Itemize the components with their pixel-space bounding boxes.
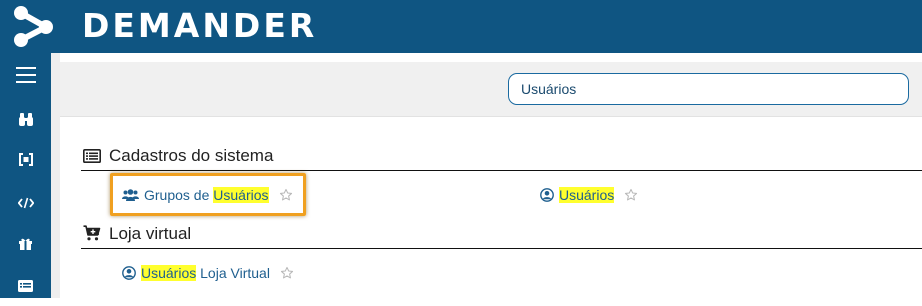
section-title: Cadastros do sistema — [109, 146, 274, 165]
list-alt-icon — [83, 149, 101, 163]
search-match-highlight: Usuários — [213, 187, 269, 203]
user-circle-icon — [122, 266, 136, 280]
sidebar-item-list[interactable] — [0, 266, 51, 306]
cart-plus-icon — [83, 225, 101, 241]
section-title: Loja virtual — [109, 224, 192, 243]
top-bar: DEMANDER — [0, 0, 922, 53]
menu-item-grupos-de-usuarios[interactable]: Grupos de Usuários — [122, 183, 293, 207]
users-icon — [122, 189, 139, 201]
content-gutter — [51, 53, 60, 298]
section-loja-virtual: Loja virtual — [81, 219, 922, 249]
app-logo-text: DEMANDER — [82, 6, 318, 45]
menu-item-usuarios[interactable]: Usuários — [540, 183, 638, 207]
menu-item-usuarios-loja-virtual[interactable]: Usuários Loja Virtual — [122, 261, 294, 285]
sidebar — [0, 53, 51, 298]
search-bar — [60, 62, 922, 117]
code-brackets-icon — [18, 152, 33, 166]
search-match-highlight: Usuários — [559, 187, 615, 203]
menu-item-suffix: Loja Virtual — [196, 265, 270, 281]
binoculars-icon — [18, 112, 33, 126]
code-icon — [17, 197, 34, 209]
sidebar-item-brackets[interactable] — [0, 139, 51, 179]
favorite-star-icon[interactable] — [280, 266, 294, 280]
section-cadastros-do-sistema: Cadastros do sistema — [81, 141, 922, 171]
favorite-star-icon[interactable] — [624, 188, 638, 202]
search-input[interactable] — [508, 73, 909, 105]
menu-item-prefix: Grupos de — [144, 187, 214, 203]
list-icon — [18, 280, 33, 292]
sidebar-item-gift[interactable] — [0, 223, 51, 263]
user-circle-icon — [540, 188, 554, 202]
search-match-highlight: Usuários — [141, 265, 197, 281]
sidebar-item-binoculars[interactable] — [0, 99, 51, 139]
gift-icon — [19, 238, 32, 250]
hamburger-menu-icon — [15, 67, 36, 83]
logo-mark-icon — [14, 6, 53, 47]
favorite-star-icon[interactable] — [279, 188, 293, 202]
hamburger-menu-button[interactable] — [0, 55, 51, 95]
sidebar-item-code[interactable] — [0, 183, 51, 223]
